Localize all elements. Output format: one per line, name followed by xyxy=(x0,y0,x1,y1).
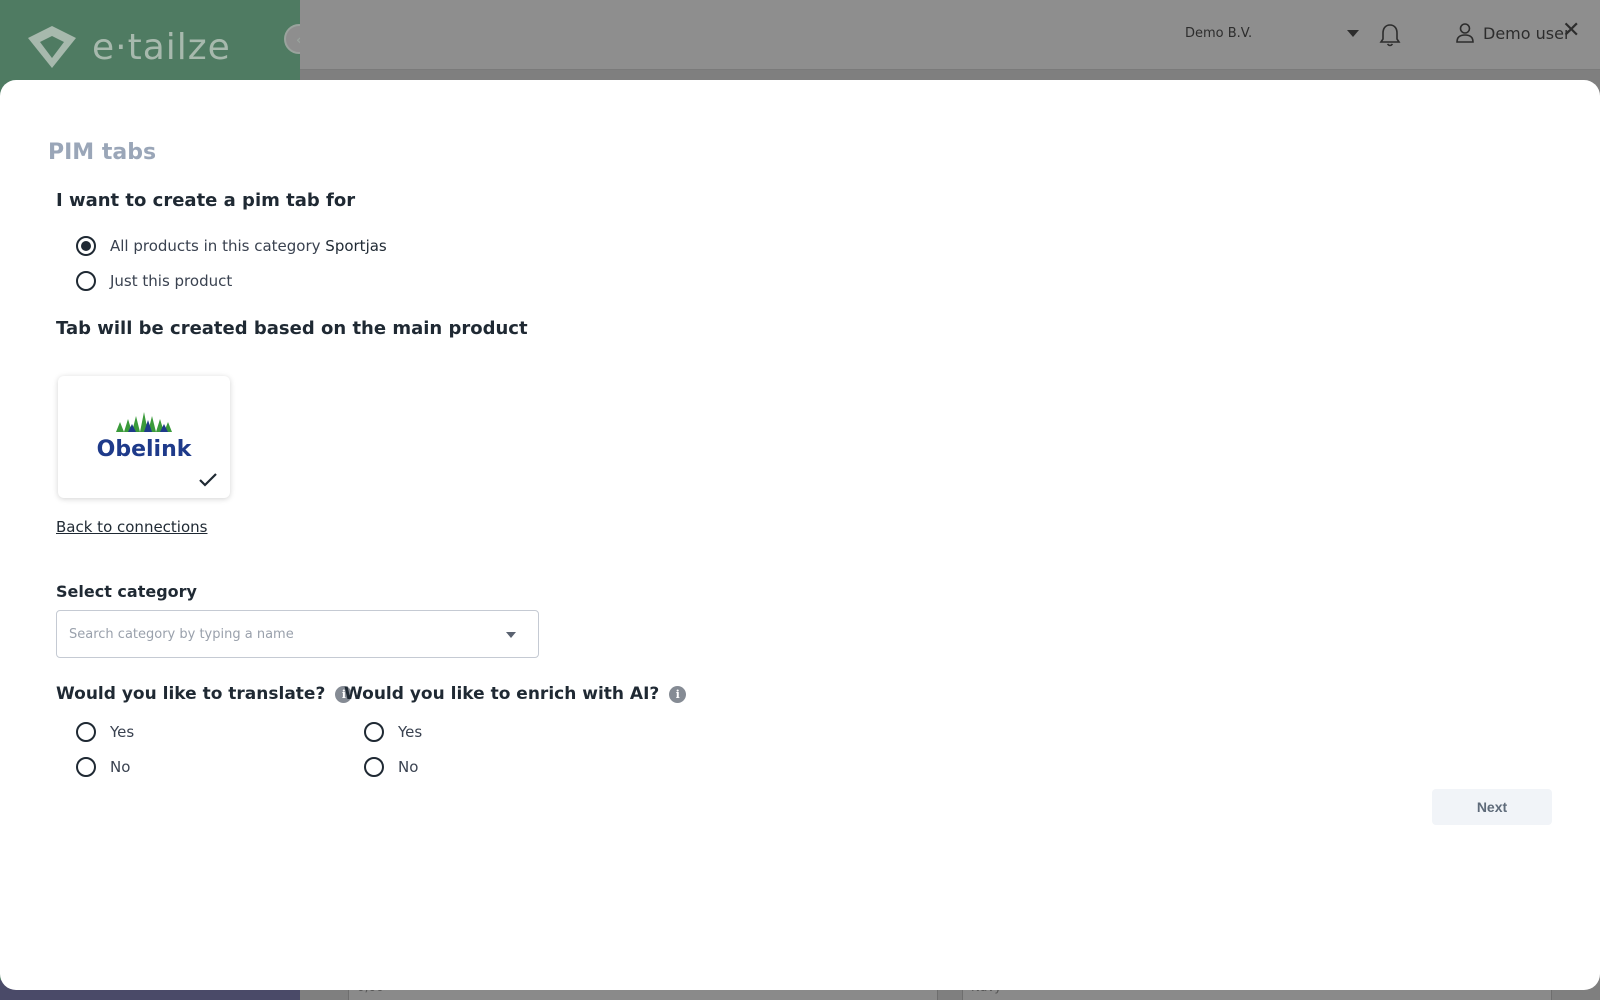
scope-option-category[interactable]: All products in this category Sportjas xyxy=(76,236,387,256)
enrich-question: Would you like to enrich with AI? i xyxy=(344,684,687,704)
radio-button[interactable] xyxy=(76,236,96,256)
checkmark-icon xyxy=(199,473,217,487)
enrich-option-yes[interactable]: Yes xyxy=(364,722,422,742)
scope-heading: I want to create a pim tab for xyxy=(56,190,356,211)
user-menu[interactable]: Demo user xyxy=(1455,22,1571,44)
enrich-option-no[interactable]: No xyxy=(364,757,418,777)
logo-text: e·tailze xyxy=(92,26,231,68)
bell-icon[interactable] xyxy=(1378,22,1402,48)
translate-option-yes[interactable]: Yes xyxy=(76,722,134,742)
organization-name: Demo B.V. xyxy=(1185,26,1253,41)
main-product-heading: Tab will be created based on the main pr… xyxy=(56,318,528,339)
main-product-card[interactable]: Obelink xyxy=(58,376,230,498)
obelink-logo: Obelink xyxy=(97,412,193,462)
app-logo[interactable]: e·tailze xyxy=(26,24,231,70)
top-header xyxy=(300,0,1600,70)
radio-button[interactable] xyxy=(364,757,384,777)
info-icon[interactable]: i xyxy=(669,685,687,703)
back-to-connections-link[interactable]: Back to connections xyxy=(56,518,207,536)
modal-title: PIM tabs xyxy=(48,140,157,165)
translate-question-text: Would you like to translate? xyxy=(56,684,326,704)
chevron-down-icon xyxy=(506,632,516,638)
category-name: Sportjas xyxy=(325,237,387,255)
radio-label: Yes xyxy=(110,723,135,741)
user-name: Demo user xyxy=(1483,23,1571,43)
brand-name: Obelink xyxy=(97,437,193,462)
radio-button[interactable] xyxy=(76,722,96,742)
category-search-select[interactable]: Search category by typing a name xyxy=(56,610,539,658)
radio-label: No xyxy=(398,758,419,776)
chevron-down-icon xyxy=(1347,30,1360,37)
enrich-question-text: Would you like to enrich with AI? xyxy=(344,684,660,704)
next-button[interactable]: Next xyxy=(1432,789,1552,825)
category-search-placeholder: Search category by typing a name xyxy=(69,626,294,642)
select-category-label: Select category xyxy=(56,582,197,601)
pim-tab-modal: PIM tabs I want to create a pim tab for … xyxy=(0,80,1600,990)
scope-option-label: All products in this category xyxy=(110,237,321,255)
radio-button[interactable] xyxy=(364,722,384,742)
close-modal-icon[interactable]: ✕ xyxy=(1562,20,1580,42)
radio-label: Yes xyxy=(398,723,423,741)
translate-option-no[interactable]: No xyxy=(76,757,130,777)
radio-button[interactable] xyxy=(76,271,96,291)
user-icon xyxy=(1456,23,1474,43)
translate-question: Would you like to translate? i xyxy=(56,684,353,704)
scope-option-product[interactable]: Just this product xyxy=(76,271,232,291)
radio-label: No xyxy=(110,758,131,776)
scope-option-label: Just this product xyxy=(110,272,233,290)
organization-select[interactable]: Demo B.V. xyxy=(1185,26,1360,41)
logo-mark-icon xyxy=(26,24,78,70)
radio-button[interactable] xyxy=(76,757,96,777)
